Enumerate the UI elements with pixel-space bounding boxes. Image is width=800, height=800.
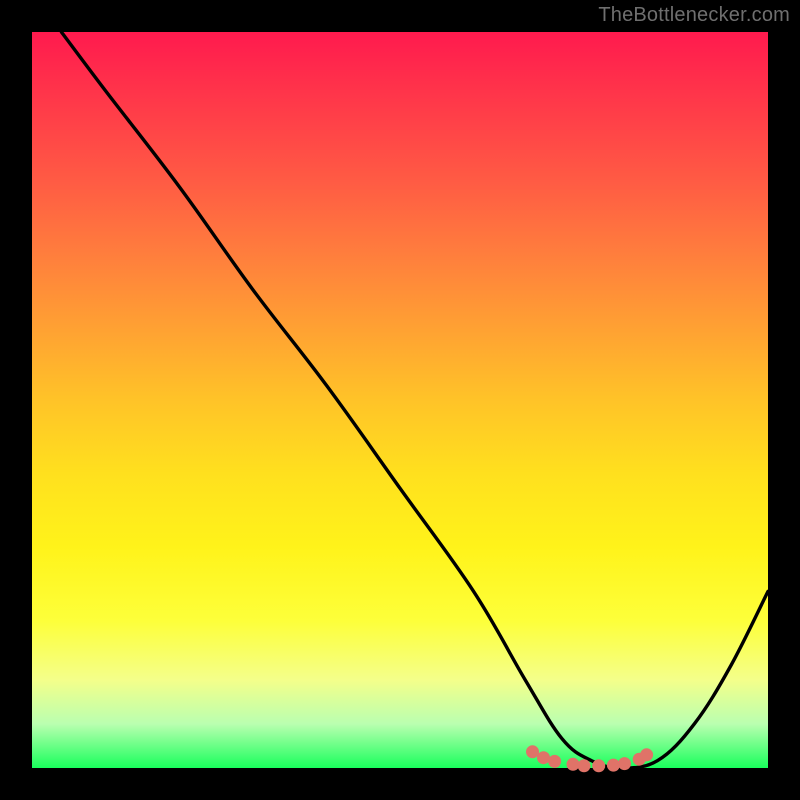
- highlight-dot: [640, 748, 653, 761]
- highlight-dot: [578, 759, 591, 772]
- highlight-dot: [537, 751, 550, 764]
- highlight-dot: [592, 759, 605, 772]
- highlight-dot: [526, 745, 539, 758]
- highlight-dot: [607, 759, 620, 772]
- chart-svg: [32, 32, 768, 768]
- highlight-dot: [618, 757, 631, 770]
- plot-area: [32, 32, 768, 768]
- highlight-dot: [548, 755, 561, 768]
- chart-container: TheBottlenecker.com: [0, 0, 800, 800]
- curve-path: [61, 32, 768, 768]
- attribution-text: TheBottlenecker.com: [598, 4, 790, 27]
- highlight-dot: [567, 758, 580, 771]
